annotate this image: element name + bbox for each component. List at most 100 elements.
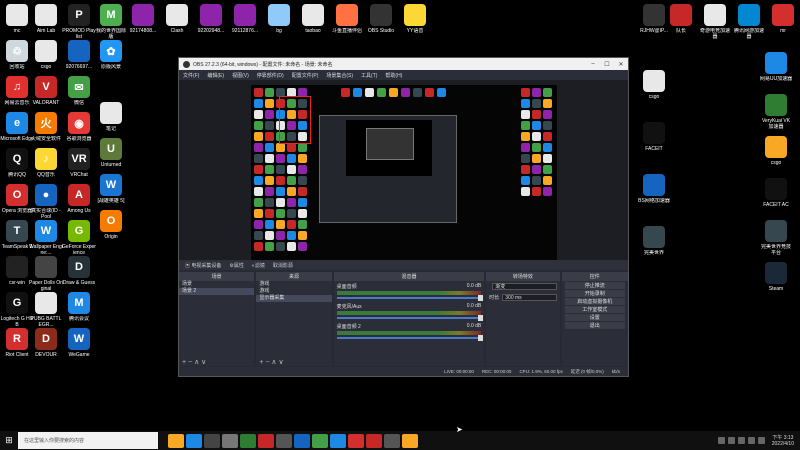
desktop-icon[interactable]: G GeForce Experience bbox=[62, 220, 96, 256]
menu-item[interactable]: 配置文件(P) bbox=[292, 72, 319, 79]
tray-icon[interactable] bbox=[727, 437, 735, 444]
desktop-icon[interactable]: M 我的世界国际版 bbox=[94, 4, 128, 40]
desktop-icon[interactable]: csgo bbox=[29, 40, 63, 76]
desktop-icon[interactable]: BS网络加速器 bbox=[637, 174, 671, 210]
desktop-icon[interactable]: 完美世界 bbox=[637, 226, 671, 262]
transition-select[interactable]: 渐变 bbox=[492, 283, 557, 290]
taskbar-app-icon[interactable] bbox=[276, 433, 292, 448]
desktop-icon[interactable]: ♪ QQ音乐 bbox=[29, 148, 63, 184]
taskbar-app-icon[interactable] bbox=[222, 433, 238, 448]
desktop-icon[interactable]: YY语音 bbox=[398, 4, 432, 40]
taskbar-app-icon[interactable] bbox=[204, 433, 220, 448]
duration-input[interactable]: 300 ms bbox=[502, 294, 557, 301]
obs-title-bar[interactable]: OBS 27.2.3 (64-bit, windows) - 配置文件: 未命名… bbox=[179, 58, 628, 70]
desktop-icon[interactable]: Steam bbox=[759, 262, 793, 298]
desktop-icon[interactable]: 92202948... bbox=[194, 4, 228, 40]
control-button[interactable]: 退出 bbox=[564, 322, 625, 329]
desktop-icon[interactable]: 92112876... bbox=[228, 4, 262, 40]
desktop-icon[interactable]: csgo bbox=[637, 70, 671, 106]
taskbar-app-icon[interactable] bbox=[348, 433, 364, 448]
taskbar-clock[interactable]: 下午 3:13 2022/4/10 bbox=[772, 435, 794, 447]
control-button[interactable]: 工作室模式 bbox=[564, 306, 625, 313]
menu-item[interactable]: 帮助(H) bbox=[385, 72, 402, 79]
desktop-icon[interactable]: mr bbox=[766, 4, 800, 40]
desktop-icon[interactable]: Aim Lab bbox=[29, 4, 63, 40]
sources-footer[interactable]: + − ∧ ∨ bbox=[256, 357, 331, 366]
desktop-icon[interactable]: M 腾讯会议 bbox=[62, 292, 96, 328]
desktop-icon[interactable]: ◉ 谷歌浏览器 bbox=[62, 112, 96, 148]
desktop-icon[interactable]: PUBG BATTLEGR... bbox=[29, 292, 63, 328]
desktop-icon[interactable]: D Draw & Guess bbox=[62, 256, 96, 292]
desktop-icon[interactable]: bg bbox=[262, 4, 296, 40]
taskbar-app-icon[interactable] bbox=[330, 433, 346, 448]
scene-item[interactable]: 场景 bbox=[179, 281, 254, 288]
scene-item[interactable]: 场景 2 bbox=[179, 288, 255, 295]
menu-item[interactable]: 工具(T) bbox=[361, 72, 377, 79]
desktop-icon[interactable]: W WeGame bbox=[62, 328, 96, 364]
volume-slider[interactable] bbox=[336, 295, 484, 301]
tray-icon[interactable] bbox=[737, 437, 745, 444]
taskbar-app-icon[interactable] bbox=[312, 433, 328, 448]
volume-slider[interactable] bbox=[336, 315, 484, 321]
desktop-icon[interactable]: taobao bbox=[296, 4, 330, 40]
taskbar-search-input[interactable]: 在这里输入你要搜索的内容 bbox=[18, 432, 158, 449]
desktop-icon[interactable]: 火火绒安全软件 bbox=[29, 112, 63, 148]
desktop-icon[interactable]: U Unturned bbox=[94, 138, 128, 174]
desktop-icon[interactable]: 92076697... bbox=[62, 40, 96, 76]
desktop-icon[interactable]: D DEVOUR bbox=[29, 328, 63, 364]
control-button[interactable]: 设置 bbox=[564, 314, 625, 321]
taskbar-app-icon[interactable] bbox=[240, 433, 256, 448]
volume-slider-knob[interactable] bbox=[478, 295, 484, 301]
volume-slider[interactable] bbox=[336, 335, 484, 341]
desktop-icon[interactable]: 腾讯网游加速器 bbox=[732, 4, 766, 40]
taskbar-app-icon[interactable] bbox=[258, 433, 274, 448]
source-toolbar-button[interactable]: ◐滤镜 bbox=[252, 262, 265, 269]
volume-slider-knob[interactable] bbox=[478, 315, 484, 321]
desktop-icon[interactable]: 笔记 bbox=[94, 102, 128, 138]
source-toolbar-button[interactable]: ▣ 电视采集设备 bbox=[185, 262, 221, 269]
desktop-icon[interactable]: 网易UU加速器 bbox=[759, 52, 793, 88]
desktop-icon[interactable]: ● 真实合球(ID - Pool bbox=[29, 184, 63, 220]
desktop-icon[interactable]: VeryKuai VK 加速器 bbox=[759, 94, 793, 130]
source-item[interactable]: 游戏 bbox=[256, 281, 331, 288]
desktop-icon[interactable]: A Among Us bbox=[62, 184, 96, 220]
menu-item[interactable]: 视图(V) bbox=[232, 72, 249, 79]
menu-item[interactable]: 文件(F) bbox=[183, 72, 199, 79]
maximize-icon[interactable]: ☐ bbox=[600, 61, 614, 68]
desktop-icon[interactable]: OBS Studio bbox=[364, 4, 398, 40]
desktop-icon[interactable]: P PROMOD Playlist bbox=[62, 4, 96, 40]
desktop-icon[interactable]: VR VRChat bbox=[62, 148, 96, 184]
source-selection-box[interactable] bbox=[279, 96, 311, 144]
taskbar-app-icon[interactable] bbox=[186, 433, 202, 448]
volume-slider-knob[interactable] bbox=[478, 335, 484, 341]
menu-item[interactable]: 停靠部件(D) bbox=[257, 72, 284, 79]
tray-icon[interactable] bbox=[747, 437, 755, 444]
tray-icon[interactable] bbox=[757, 437, 765, 444]
desktop-icon[interactable]: 92174808... bbox=[126, 4, 160, 40]
preview-canvas[interactable] bbox=[251, 85, 557, 261]
desktop-icon[interactable]: FACEIT bbox=[637, 122, 671, 158]
taskbar-app-icon[interactable] bbox=[402, 433, 418, 448]
desktop-icon[interactable]: 奇游电竞加速器 bbox=[698, 4, 732, 40]
desktop-icon[interactable]: Paper Dolls Original bbox=[29, 256, 63, 292]
desktop-icon[interactable]: ✉ 微信 bbox=[62, 76, 96, 112]
control-button[interactable]: 启动虚拟摄像机 bbox=[564, 298, 625, 305]
taskbar-app-icon[interactable] bbox=[168, 433, 184, 448]
desktop-icon[interactable]: 斗鱼直播伴侣 bbox=[330, 4, 364, 40]
close-icon[interactable]: ✕ bbox=[614, 61, 628, 68]
minimize-icon[interactable]: – bbox=[586, 61, 600, 68]
desktop-icon[interactable]: W [战雄英雄 5] bbox=[94, 174, 128, 210]
menu-item[interactable]: 编辑(E) bbox=[207, 72, 224, 79]
source-toolbar-button[interactable]: ⚙属性 bbox=[229, 262, 243, 269]
menu-item[interactable]: 场景集合(S) bbox=[326, 72, 353, 79]
control-button[interactable]: 开始录制 bbox=[564, 290, 625, 297]
taskbar-app-icon[interactable] bbox=[294, 433, 310, 448]
desktop-icon[interactable]: Clash bbox=[160, 4, 194, 40]
tray-icon[interactable] bbox=[717, 437, 725, 444]
desktop-icon[interactable]: 完美世界竞技平台 bbox=[759, 220, 793, 256]
source-toolbar-button[interactable]: 取消影源 bbox=[273, 262, 293, 269]
desktop-icon[interactable]: O Origin bbox=[94, 210, 128, 246]
desktop-icon[interactable]: FACEIT AC bbox=[759, 178, 793, 214]
control-button[interactable]: 停止推流 bbox=[564, 282, 625, 289]
desktop-icon[interactable]: ✿ 原版风景 bbox=[94, 40, 128, 76]
